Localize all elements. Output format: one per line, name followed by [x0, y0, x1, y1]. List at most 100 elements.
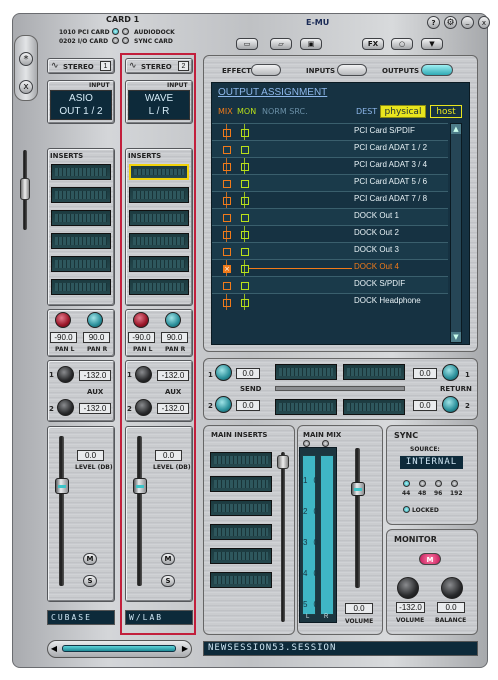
- output-row[interactable]: DOCK S/PDIF: [212, 276, 448, 293]
- strip-2-insert-slot-6[interactable]: [129, 279, 189, 295]
- mix-assign-box[interactable]: [223, 299, 231, 307]
- return-2-value[interactable]: 0.0: [413, 400, 437, 411]
- return-1-knob[interactable]: [442, 364, 459, 381]
- strip-1-insert-slot-2[interactable]: [51, 187, 111, 203]
- scroll-left-arrow[interactable]: ◀: [48, 642, 60, 656]
- output-row[interactable]: PCI Card ADAT 1 / 2: [212, 140, 448, 157]
- monitor-volume-value[interactable]: -132.0: [396, 602, 425, 613]
- left-scroll-thumb[interactable]: [20, 178, 30, 200]
- monitor-balance-value[interactable]: 0.0: [437, 602, 465, 613]
- strip-1-mute-button[interactable]: M: [83, 553, 97, 565]
- mix-assign-box[interactable]: ×: [223, 265, 231, 273]
- strip-1-insert-slot-6[interactable]: [51, 279, 111, 295]
- strip-1-aux-1-knob[interactable]: [57, 366, 74, 383]
- monitor-mute-button[interactable]: M: [419, 553, 441, 565]
- side-close-button[interactable]: x: [19, 80, 33, 94]
- mon-assign-box[interactable]: [241, 180, 249, 188]
- mix-assign-box[interactable]: [223, 129, 231, 137]
- strip-1-insert-slot-5[interactable]: [51, 256, 111, 272]
- return-1-value[interactable]: 0.0: [413, 368, 437, 379]
- strip-2-insert-slot-2[interactable]: [129, 187, 189, 203]
- send-slot-3[interactable]: [275, 399, 337, 415]
- mon-assign-box[interactable]: [241, 129, 249, 137]
- monitor-balance-knob[interactable]: [441, 577, 463, 599]
- main-inserts-scroll-thumb[interactable]: [277, 455, 289, 469]
- mix-assign-box[interactable]: [223, 180, 231, 188]
- output-row[interactable]: DOCK Headphone: [212, 293, 448, 310]
- scroll-up-arrow[interactable]: ▲: [451, 124, 461, 134]
- mix-assign-box[interactable]: [223, 197, 231, 205]
- open-session-button[interactable]: ▱: [270, 38, 292, 50]
- sync-source-display[interactable]: INTERNAL: [400, 456, 463, 469]
- strip-2-mute-button[interactable]: M: [161, 553, 175, 565]
- strip-2-level-value[interactable]: 0.0: [155, 450, 182, 461]
- strip-1-aux-2-knob[interactable]: [57, 399, 74, 416]
- main-volume-value[interactable]: 0.0: [345, 603, 373, 614]
- settings-button[interactable]: ⚙: [444, 16, 457, 29]
- main-insert-slot-6[interactable]: [210, 572, 272, 588]
- strip-1-insert-slot-4[interactable]: [51, 233, 111, 249]
- strip-2-insert-slot-3[interactable]: [129, 210, 189, 226]
- send-slot-2[interactable]: [343, 364, 405, 380]
- output-row[interactable]: PCI Card ADAT 5 / 6: [212, 174, 448, 191]
- mix-assign-box[interactable]: [223, 163, 231, 171]
- output-row[interactable]: PCI Card ADAT 3 / 4: [212, 157, 448, 174]
- main-insert-slot-1[interactable]: [210, 452, 272, 468]
- mon-assign-box[interactable]: [241, 265, 249, 273]
- output-row[interactable]: × DOCK Out 4: [212, 259, 448, 276]
- output-row[interactable]: PCI Card ADAT 7 / 8: [212, 191, 448, 208]
- main-insert-slot-4[interactable]: [210, 524, 272, 540]
- strip-2-pan-l-knob[interactable]: [133, 312, 149, 328]
- strip-1-level-fader[interactable]: [55, 478, 69, 494]
- mon-assign-box[interactable]: [241, 163, 249, 171]
- strip-1-pan-r-knob[interactable]: [87, 312, 103, 328]
- mix-assign-box[interactable]: [223, 214, 231, 222]
- mon-assign-box[interactable]: [241, 197, 249, 205]
- scroll-right-arrow[interactable]: ▶: [179, 642, 191, 656]
- strip-1-solo-button[interactable]: S: [83, 575, 97, 587]
- menu-button[interactable]: ▼: [421, 38, 443, 50]
- mon-assign-box[interactable]: [241, 282, 249, 290]
- strip-1-aux-2-value[interactable]: -132.0: [79, 403, 111, 414]
- mon-assign-box[interactable]: [241, 299, 249, 307]
- main-volume-fader[interactable]: [351, 482, 365, 496]
- send-slot-4[interactable]: [343, 399, 405, 415]
- strip-2-insert-slot-5[interactable]: [129, 256, 189, 272]
- strip-1-pan-l-knob[interactable]: [55, 312, 71, 328]
- strip-1-insert-slot-3[interactable]: [51, 210, 111, 226]
- strip-1-level-value[interactable]: 0.0: [77, 450, 104, 461]
- physical-button[interactable]: physical: [380, 105, 426, 118]
- strip-1-aux-1-value[interactable]: -132.0: [79, 370, 111, 381]
- mix-assign-box[interactable]: [223, 231, 231, 239]
- scroll-thumb[interactable]: [62, 645, 176, 652]
- help-button[interactable]: ?: [427, 16, 440, 29]
- strip-2-name-display[interactable]: W/LAB: [125, 610, 193, 625]
- mix-assign-box[interactable]: [223, 146, 231, 154]
- send-slot-1[interactable]: [275, 364, 337, 380]
- strip-2-level-fader[interactable]: [133, 478, 147, 494]
- return-2-knob[interactable]: [442, 396, 459, 413]
- new-session-button[interactable]: ▭: [236, 38, 258, 50]
- session-name-display[interactable]: NEWSESSION53.SESSION: [203, 641, 478, 656]
- send-1-knob[interactable]: [215, 364, 232, 381]
- output-row[interactable]: DOCK Out 1: [212, 208, 448, 225]
- main-insert-slot-3[interactable]: [210, 500, 272, 516]
- mon-assign-box[interactable]: [241, 146, 249, 154]
- output-scrollbar[interactable]: [450, 123, 462, 343]
- scroll-down-arrow[interactable]: ▼: [451, 332, 461, 342]
- strip-1-name-display[interactable]: CUBASE: [47, 610, 115, 625]
- strip-2-aux-1-value[interactable]: -132.0: [157, 370, 189, 381]
- strip-2-pan-r-knob[interactable]: [165, 312, 181, 328]
- main-insert-slot-5[interactable]: [210, 548, 272, 564]
- strip-2-insert-slot-4[interactable]: [129, 233, 189, 249]
- strip-2-aux-2-knob[interactable]: [135, 399, 152, 416]
- monitor-volume-knob[interactable]: [397, 577, 419, 599]
- strip-2-insert-slot-1[interactable]: [129, 164, 189, 180]
- fx-button[interactable]: FX: [362, 38, 384, 50]
- mon-assign-box[interactable]: [241, 231, 249, 239]
- close-button[interactable]: x: [478, 16, 490, 29]
- mix-assign-box[interactable]: [223, 282, 231, 290]
- tab-effect[interactable]: [251, 64, 281, 76]
- send-1-value[interactable]: 0.0: [236, 368, 260, 379]
- output-row[interactable]: DOCK Out 2: [212, 225, 448, 242]
